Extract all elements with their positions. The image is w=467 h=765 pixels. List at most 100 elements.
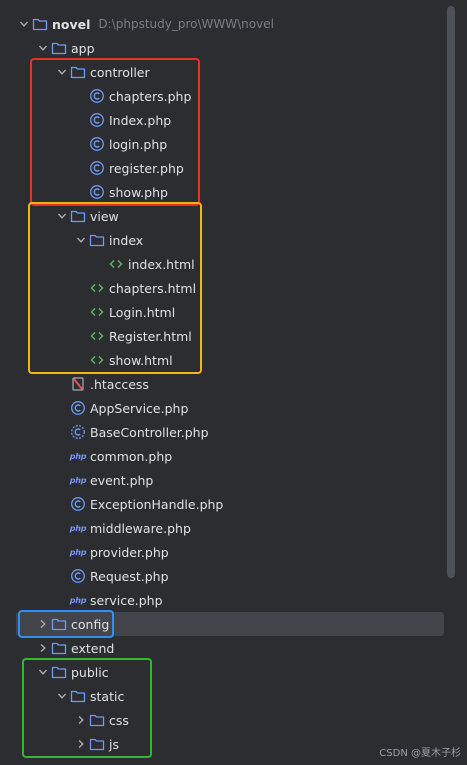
tree-item-label: Request.php — [90, 568, 169, 584]
html-file-icon — [89, 352, 105, 368]
php-file-icon: php — [69, 451, 87, 461]
tree-item-label: novel — [52, 16, 91, 32]
tree-item-label: config — [71, 616, 110, 632]
tree-file-item[interactable]: BaseController.php — [0, 420, 440, 444]
tree-file-item[interactable]: php middleware.php — [0, 516, 440, 540]
chevron-down-icon[interactable] — [16, 12, 32, 36]
tree-file-item[interactable]: Request.php — [0, 564, 440, 588]
tree-file-item[interactable]: register.php — [0, 156, 440, 180]
folder-icon — [70, 208, 86, 224]
tree-file-item[interactable]: php provider.php — [0, 540, 440, 564]
php-file-icon: php — [69, 547, 87, 557]
tree-file-item[interactable]: php event.php — [0, 468, 440, 492]
folder-icon — [32, 16, 48, 32]
tree-file-item[interactable]: php service.php — [0, 588, 440, 612]
chevron-right-icon[interactable] — [73, 708, 89, 732]
tree-item-label: service.php — [90, 592, 163, 608]
tree-folder-app[interactable]: app — [0, 36, 440, 60]
chevron-right-icon[interactable] — [73, 732, 89, 756]
tree-folder-view[interactable]: view — [0, 204, 440, 228]
tree-file-item[interactable]: php common.php — [0, 444, 440, 468]
tree-folder-controller[interactable]: controller — [0, 60, 440, 84]
chevron-down-icon[interactable] — [54, 204, 70, 228]
tree-file-item[interactable]: .htaccess — [0, 372, 440, 396]
tree-item-label: chapters.php — [109, 88, 192, 104]
tree-item-label: css — [109, 712, 129, 728]
tree-file-item[interactable]: Login.html — [0, 300, 440, 324]
folder-icon — [51, 640, 67, 656]
tree-file-item[interactable]: chapters.html — [0, 276, 440, 300]
chevron-right-icon[interactable] — [35, 612, 51, 636]
html-file-icon — [89, 304, 105, 320]
tree-item-label: Register.html — [109, 328, 192, 344]
chevron-down-icon[interactable] — [35, 660, 51, 684]
tree-item-label: view — [90, 208, 119, 224]
tree-item-label: login.php — [109, 136, 168, 152]
tree-file-item[interactable]: ExceptionHandle.php — [0, 492, 440, 516]
tree-item-label: show.html — [109, 352, 173, 368]
tree-item-label: show.php — [109, 184, 168, 200]
watermark: CSDN @夏木子杉 — [379, 748, 461, 759]
tree-folder-static[interactable]: static — [0, 684, 440, 708]
htaccess-file-icon — [70, 376, 86, 392]
tree-file-item[interactable]: chapters.php — [0, 84, 440, 108]
chevron-down-icon[interactable] — [54, 60, 70, 84]
chevron-down-icon[interactable] — [35, 36, 51, 60]
tree-folder-public[interactable]: public — [0, 660, 440, 684]
folder-icon — [51, 664, 67, 680]
tree-item-label: static — [90, 688, 125, 704]
vertical-scrollbar[interactable] — [447, 6, 455, 578]
tree-item-label: extend — [71, 640, 115, 656]
abstract-class-icon — [70, 424, 86, 440]
tree-file-item[interactable]: Index.php — [0, 108, 440, 132]
folder-icon — [51, 616, 67, 632]
php-file-icon: php — [69, 523, 87, 533]
tree-file-item[interactable]: index.html — [0, 252, 440, 276]
tree-item-label: middleware.php — [90, 520, 191, 536]
tree-item-label: index — [109, 232, 144, 248]
php-class-icon — [70, 568, 86, 584]
tree-folder-js[interactable]: js — [0, 732, 440, 756]
php-class-icon — [89, 136, 105, 152]
tree-item-label: js — [109, 736, 119, 752]
project-tree: novel D:\phpstudy_pro\WWW\novel app control… — [0, 0, 467, 765]
folder-icon — [70, 688, 86, 704]
tree-folder-config[interactable]: config — [16, 612, 444, 636]
chevron-right-icon[interactable] — [35, 636, 51, 660]
html-file-icon — [89, 280, 105, 296]
tree-item-label: Index.php — [109, 112, 172, 128]
chevron-down-icon[interactable] — [54, 684, 70, 708]
php-class-icon — [89, 184, 105, 200]
tree-folder-novel[interactable]: novel D:\phpstudy_pro\WWW\novel — [0, 12, 440, 36]
chevron-down-icon[interactable] — [73, 228, 89, 252]
tree-folder-index[interactable]: index — [0, 228, 440, 252]
tree-file-item[interactable]: AppService.php — [0, 396, 440, 420]
php-class-icon — [89, 88, 105, 104]
tree-folder-extend[interactable]: extend — [0, 636, 440, 660]
tree-folder-css[interactable]: css — [0, 708, 440, 732]
tree-file-item[interactable]: login.php — [0, 132, 440, 156]
folder-icon — [89, 712, 105, 728]
tree-file-item[interactable]: Register.html — [0, 324, 440, 348]
tree-item-label: Login.html — [109, 304, 176, 320]
tree-file-item[interactable]: show.html — [0, 348, 440, 372]
tree-file-item[interactable]: show.php — [0, 180, 440, 204]
folder-icon — [89, 736, 105, 752]
html-file-icon — [108, 256, 124, 272]
folder-icon — [51, 40, 67, 56]
